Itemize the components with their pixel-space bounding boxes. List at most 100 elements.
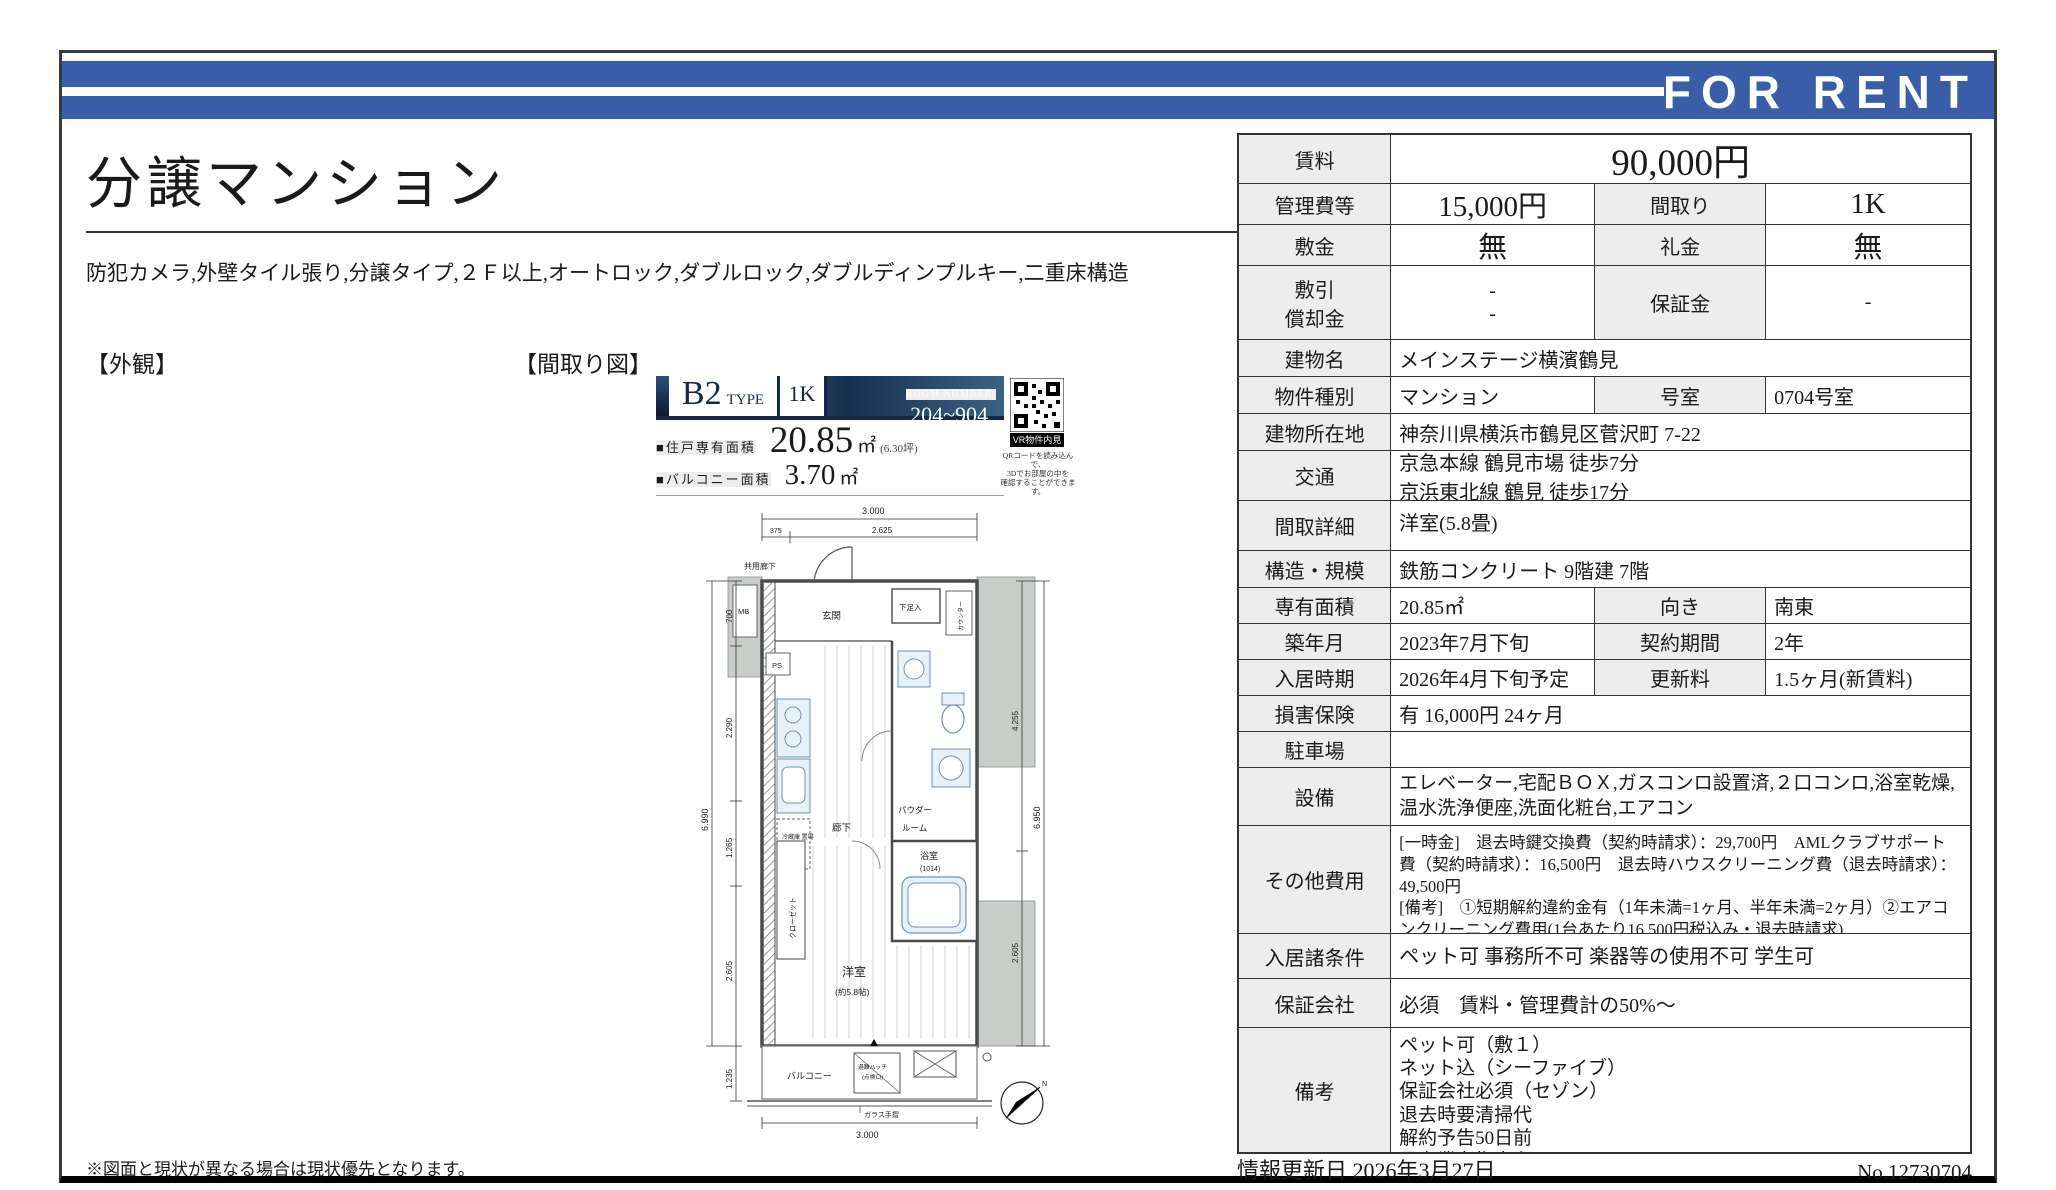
room-number: ROOM NUMBER/ 204~904 xyxy=(827,376,1004,416)
property-detail-table: 賃料 90,000円 管理費等 15,000円 間取り 1K 敷金 無 礼金 無… xyxy=(1237,133,1972,1154)
table-row: 専有面積 20.85㎡ 向き 南東 xyxy=(1239,588,1970,624)
layout-detail-value: 洋室(5.8畳) xyxy=(1391,501,1970,551)
unit-area-line: ■住戸専有面積 20.85 ㎡ (6.30坪) xyxy=(656,419,918,462)
structure-value: 鉄筋コンクリート 9階建 7階 xyxy=(1391,551,1970,588)
dim-r2: 2.605 xyxy=(1011,942,1020,963)
reikin-label: 礼金 xyxy=(1595,225,1766,266)
top-banner: FOR RENT xyxy=(62,61,1994,119)
type-name: B2 xyxy=(682,376,722,412)
area-label: 専有面積 xyxy=(1239,588,1391,624)
table-row: 構造・規模 鉄筋コンクリート 9階建 7階 xyxy=(1239,551,1970,588)
label-hatch: 避難ハッチ xyxy=(858,1063,887,1071)
table-row: 敷引 償却金 - - 保証金 - xyxy=(1239,266,1970,340)
compass-icon: N xyxy=(1001,1081,1047,1124)
hoshokin-label: 保証金 xyxy=(1595,266,1766,340)
table-row: 入居諸条件 ペット可 事務所不可 楽器等の使用不可 学生可 xyxy=(1239,934,1970,979)
table-row: 築年月 2023年7月下旬 契約期間 2年 xyxy=(1239,624,1970,660)
label-powder-1: パウダー xyxy=(898,805,932,815)
insurance-value: 有 16,000円 24ヶ月 xyxy=(1391,696,1970,732)
label-common-corridor: 共用廊下 xyxy=(744,561,776,571)
label-bedroom-size: (約5.8帖) xyxy=(835,987,870,997)
move-in-value: 2026年4月下旬予定 xyxy=(1391,660,1595,696)
direction-value: 南東 xyxy=(1766,588,1970,624)
dim-l1: 700 xyxy=(725,609,734,623)
conditions-value: ペット可 事務所不可 楽器等の使用不可 学生可 xyxy=(1391,934,1970,979)
address-label: 建物所在地 xyxy=(1239,414,1391,451)
dim-top-b: 2.625 xyxy=(872,526,893,535)
equipment-label: 設備 xyxy=(1239,768,1391,826)
room-no-value: 0704号室 xyxy=(1766,377,1970,414)
rent-value: 90,000円 xyxy=(1391,135,1970,184)
vr-viewing-badge: VR物件内見 xyxy=(1010,433,1064,447)
floorplan-drawing: 共用廊下 MB PS 玄関 下足入 カウンター 冷蔵庫 置場 廊下 xyxy=(692,501,1064,1146)
property-features: 防犯カメラ,外壁タイル張り,分譲タイプ,２Ｆ以上,オートロック,ダブルロック,ダ… xyxy=(86,257,1226,287)
label-corridor: 廊下 xyxy=(832,822,851,834)
access-label: 交通 xyxy=(1239,451,1391,501)
disclaimer-note: ※図面と現状が異なる場合は現状優先となります。 xyxy=(86,1155,475,1180)
qr-code xyxy=(1010,378,1064,432)
address-value: 神奈川県横浜市鶴見区菅沢町 7-22 xyxy=(1391,414,1970,451)
parking-value xyxy=(1391,732,1970,768)
label-glass-rail: ガラス手摺 xyxy=(864,1110,899,1119)
renewal-fee-value: 1.5ヶ月(新賃料) xyxy=(1766,660,1970,696)
table-row: 敷金 無 礼金 無 xyxy=(1239,225,1970,266)
balcony-area-label: ■バルコニー面積 xyxy=(656,472,771,487)
building-name-label: 建物名 xyxy=(1239,340,1391,377)
direction-label: 向き xyxy=(1595,588,1766,624)
type-word: TYPE xyxy=(727,392,765,409)
dim-top-a: 375 xyxy=(770,528,782,535)
balcony-area-value: 3.70 xyxy=(785,459,836,491)
table-row: その他費用 [一時金] 退去時鍵交換費（契約時請求）：29,700円 AMLクラ… xyxy=(1239,826,1970,934)
guarantor-company-label: 保証会社 xyxy=(1239,979,1391,1028)
label-powder-2: ルーム xyxy=(902,823,927,833)
label-ps: PS xyxy=(772,661,782,670)
reikin-value: 無 xyxy=(1766,225,1970,266)
entry-door xyxy=(814,547,852,583)
parking-label: 駐車場 xyxy=(1239,732,1391,768)
unit-area-unit: ㎡ xyxy=(857,436,876,457)
table-row: 備考 ペット可（敷１） ネット込（シーファイブ） 保証会社必須（セゾン） 退去時… xyxy=(1239,1028,1970,1152)
unit-area-note: (6.30坪) xyxy=(880,443,918,455)
table-row: 損害保険 有 16,000円 24ヶ月 xyxy=(1239,696,1970,732)
label-mb: MB xyxy=(738,607,749,616)
building-name-value: メインステージ横濱鶴見 xyxy=(1391,340,1970,377)
other-costs-value: [一時金] 退去時鍵交換費（契約時請求）：29,700円 AMLクラブサポート費… xyxy=(1391,826,1970,934)
dim-l2: 2.290 xyxy=(725,717,734,738)
property-type-label: 物件種別 xyxy=(1239,377,1391,414)
dim-r1: 4.255 xyxy=(1011,710,1020,731)
label-fridge: 冷蔵庫 置場 xyxy=(782,833,814,841)
label-closet: クローゼット xyxy=(788,897,797,939)
guarantor-company-value: 必須 賃料・管理費計の50%～ xyxy=(1391,979,1970,1028)
flyer-page: FOR RENT 分譲マンション 防犯カメラ,外壁タイル張り,分譲タイプ,２Ｆ以… xyxy=(59,50,1997,1183)
type-badge: B2 TYPE xyxy=(669,376,780,416)
floorplan-section-label: 【間取り図】 xyxy=(514,345,652,379)
layout-detail-label: 間取詳細 xyxy=(1239,501,1391,551)
structure-label: 構造・規模 xyxy=(1239,551,1391,588)
hoshokin-value: - xyxy=(1766,266,1970,340)
management-fee-label: 管理費等 xyxy=(1239,184,1391,225)
table-row: 建物所在地 神奈川県横浜市鶴見区菅沢町 7-22 xyxy=(1239,414,1970,451)
floorplan-header: B2 TYPE 1K ROOM NUMBER/ 204~904 xyxy=(656,376,1004,420)
west-wall-hatch xyxy=(762,581,775,1046)
listing-number: No.12730704 xyxy=(1857,1160,1972,1185)
rent-label: 賃料 xyxy=(1239,135,1391,184)
table-footer: 情報更新日 2026年3月27日 No.12730704 xyxy=(1237,1153,1972,1185)
room-number-label: ROOM NUMBER/ xyxy=(906,389,996,400)
page-title: 分譲マンション xyxy=(86,139,506,220)
label-hatch-2: (点検口) xyxy=(862,1073,883,1081)
label-bath: 浴室 xyxy=(920,850,938,861)
banner-stripe xyxy=(62,87,1664,96)
built-value: 2023年7月下旬 xyxy=(1391,624,1595,660)
contract-period-label: 契約期間 xyxy=(1595,624,1766,660)
shikibiki-value: - - xyxy=(1391,266,1595,340)
kitchen-fixtures xyxy=(777,699,810,813)
label-balcony: バルコニー xyxy=(787,1071,832,1081)
remarks-label: 備考 xyxy=(1239,1028,1391,1152)
compass-north-label: N xyxy=(1042,1081,1047,1088)
property-type-value: マンション xyxy=(1391,377,1595,414)
management-fee-value: 15,000円 xyxy=(1391,184,1595,225)
dim-l3: 1.265 xyxy=(725,837,734,858)
label-bath-size: (1014) xyxy=(920,866,940,873)
info-updated-date: 情報更新日 2026年3月27日 xyxy=(1237,1153,1496,1185)
label-counter: カウンター xyxy=(957,601,965,631)
